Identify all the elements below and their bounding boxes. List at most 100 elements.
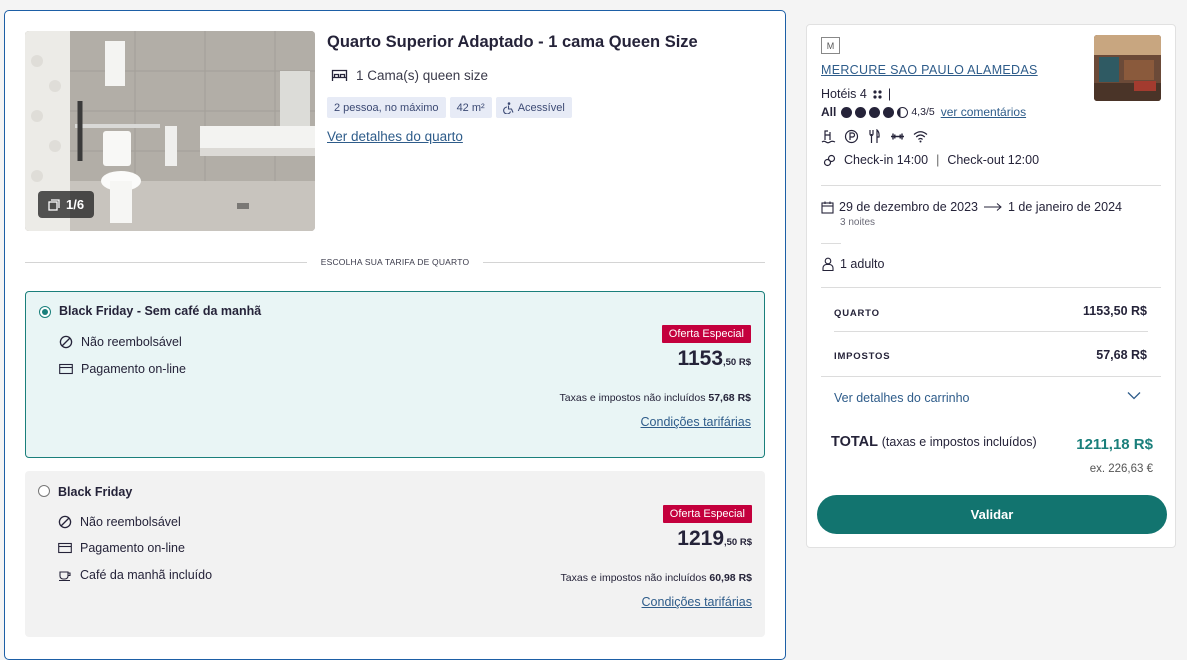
room-photo[interactable]: 1/6 — [25, 31, 315, 231]
guests-label: 1 adulto — [840, 257, 885, 271]
rate-option-black-friday[interactable]: Black Friday Não reembolsável Pagamento … — [25, 471, 765, 637]
special-offer-badge: Oferta Especial — [662, 505, 752, 523]
total-euro: ex. 226,63 € — [1089, 463, 1153, 475]
size-chip: 42 m² — [449, 97, 492, 118]
divider — [821, 376, 1161, 377]
feature-label: Pagamento on-line — [80, 541, 185, 555]
rate-option-black-friday-no-breakfast[interactable]: Black Friday - Sem café da manhã Não ree… — [25, 291, 765, 458]
feature-label: Não reembolsável — [81, 335, 182, 349]
online-payment-feature: Pagamento on-line — [58, 541, 185, 555]
room-cost-label: QUARTO — [834, 308, 880, 319]
tax-note: Taxas e impostos não incluídos 60,98 R$ — [561, 572, 752, 584]
special-offer-badge: Oferta Especial — [661, 325, 751, 343]
checkin-time: Check-in 14:00 — [844, 153, 929, 167]
rate-price: 1153,50 R$ — [677, 347, 751, 371]
price-sub: ,50 R$ — [723, 357, 751, 368]
rate-conditions-link[interactable]: Condições tarifárias — [641, 415, 751, 429]
room-cost-value: 1153,50 R$ — [1083, 304, 1147, 318]
category-separator: | — [887, 87, 892, 101]
amenities-row — [821, 129, 928, 144]
tax-note-prefix: Taxas e impostos não incluídos — [559, 392, 706, 404]
rate-price: 1219,50 R$ — [677, 527, 752, 551]
rate-divider: ESCOLHA SUA TARIFA DE QUARTO — [25, 255, 766, 269]
feature-label: Não reembolsável — [80, 515, 181, 529]
checkin-checkout: Check-in 14:00 | Check-out 12:00 — [823, 153, 1039, 167]
no-symbol-icon — [59, 335, 73, 349]
calendar-icon — [821, 201, 834, 214]
online-payment-feature: Pagamento on-line — [59, 362, 186, 376]
parking-icon — [844, 129, 859, 144]
hotel-category: Hotéis 4 | — [821, 87, 891, 101]
room-details-link[interactable]: Ver detalhes do quarto — [327, 129, 463, 144]
rate-conditions-link[interactable]: Condições tarifárias — [642, 595, 752, 609]
divider — [821, 287, 1161, 288]
rating-dot-1 — [841, 106, 853, 118]
credit-card-icon — [58, 542, 72, 554]
wifi-icon — [913, 131, 928, 143]
cart-details-link[interactable]: Ver detalhes do carrinho — [834, 391, 970, 405]
rating-dot-4 — [883, 106, 895, 118]
rate-radio-selected[interactable] — [39, 306, 51, 318]
all-logo: All — [821, 105, 837, 119]
checkout-time: Check-out 12:00 — [947, 153, 1040, 167]
key-icon — [823, 154, 836, 166]
non-refundable-feature: Não reembolsável — [58, 515, 181, 529]
taxes-label: IMPOSTOS — [834, 351, 891, 362]
gallery-icon — [48, 198, 60, 211]
price-sub: ,50 R$ — [724, 537, 752, 548]
rate-radio[interactable] — [38, 485, 50, 497]
tax-note-prefix: Taxas e impostos não incluídos — [560, 572, 707, 584]
category-label: Hotéis 4 — [821, 87, 867, 101]
divider-short — [821, 243, 841, 244]
hotel-name-link[interactable]: MERCURE SAO PAULO ALAMEDAS — [821, 63, 1038, 77]
bed-label: 1 Cama(s) queen size — [356, 68, 489, 83]
feature-label: Pagamento on-line — [81, 362, 186, 376]
breakfast-feature: Café da manhã incluído — [58, 568, 212, 582]
restaurant-icon — [869, 129, 880, 143]
tax-note: Taxas e impostos não incluídos 57,68 R$ — [560, 392, 751, 404]
bed-info: 1 Cama(s) queen size — [331, 68, 488, 83]
total-title: TOTAL — [831, 434, 878, 450]
accessible-label: Acessível — [517, 101, 565, 114]
validate-button[interactable]: Validar — [817, 495, 1167, 534]
rating-dot-2 — [855, 106, 867, 118]
nights-count: 3 noites — [840, 217, 876, 228]
taxes-value: 57,68 R$ — [1096, 348, 1147, 362]
hotel-thumbnail[interactable] — [1094, 35, 1161, 101]
guests-row: 1 adulto — [822, 257, 884, 271]
coffee-cup-icon — [59, 571, 71, 582]
rating-row: All 4,3/5 ver comentários — [821, 105, 1026, 119]
photo-counter[interactable]: 1/6 — [38, 191, 95, 218]
hotel-lobby-image — [1094, 35, 1161, 101]
divider — [834, 331, 1148, 332]
date-from: 29 de dezembro de 2023 — [839, 200, 978, 214]
rating-score: 4,3/5 — [911, 106, 935, 118]
accessibility-icon — [502, 101, 514, 114]
total-label: TOTAL (taxas e impostos incluídos) — [831, 434, 1037, 450]
chevron-down-icon[interactable] — [1127, 391, 1141, 400]
capacity-chip: 2 pessoa, no máximo — [327, 97, 446, 118]
separator: | — [936, 153, 940, 167]
stay-dates: 29 de dezembro de 2023 1 de janeiro de 2… — [821, 200, 1122, 214]
accessible-chip: Acessível — [495, 97, 572, 118]
room-chips: 2 pessoa, no máximo 42 m² Acessível — [327, 97, 572, 118]
total-note: (taxas e impostos incluídos) — [881, 435, 1037, 449]
arrow-right-icon — [984, 203, 1002, 211]
stars-icon — [873, 89, 882, 99]
price-main: 1153 — [677, 347, 723, 370]
person-icon — [822, 257, 834, 271]
non-refundable-feature: Não reembolsável — [59, 335, 182, 349]
rate-name: Black Friday - Sem café da manhã — [59, 304, 262, 318]
tax-note-value: 57,68 R$ — [708, 392, 751, 404]
divider-label: ESCOLHA SUA TARIFA DE QUARTO — [320, 257, 470, 267]
divider-line-right — [483, 261, 766, 263]
photo-counter-text: 1/6 — [66, 197, 85, 212]
divider-line-left — [25, 261, 307, 263]
pool-icon — [821, 130, 836, 144]
reviews-link[interactable]: ver comentários — [941, 105, 1026, 119]
room-card: 1/6 Quarto Superior Adaptado - 1 cama Qu… — [4, 10, 786, 660]
rate-name: Black Friday — [58, 485, 133, 499]
tax-note-value: 60,98 R$ — [709, 572, 752, 584]
room-title: Quarto Superior Adaptado - 1 cama Queen … — [327, 33, 698, 51]
date-to: 1 de janeiro de 2024 — [1008, 200, 1122, 214]
